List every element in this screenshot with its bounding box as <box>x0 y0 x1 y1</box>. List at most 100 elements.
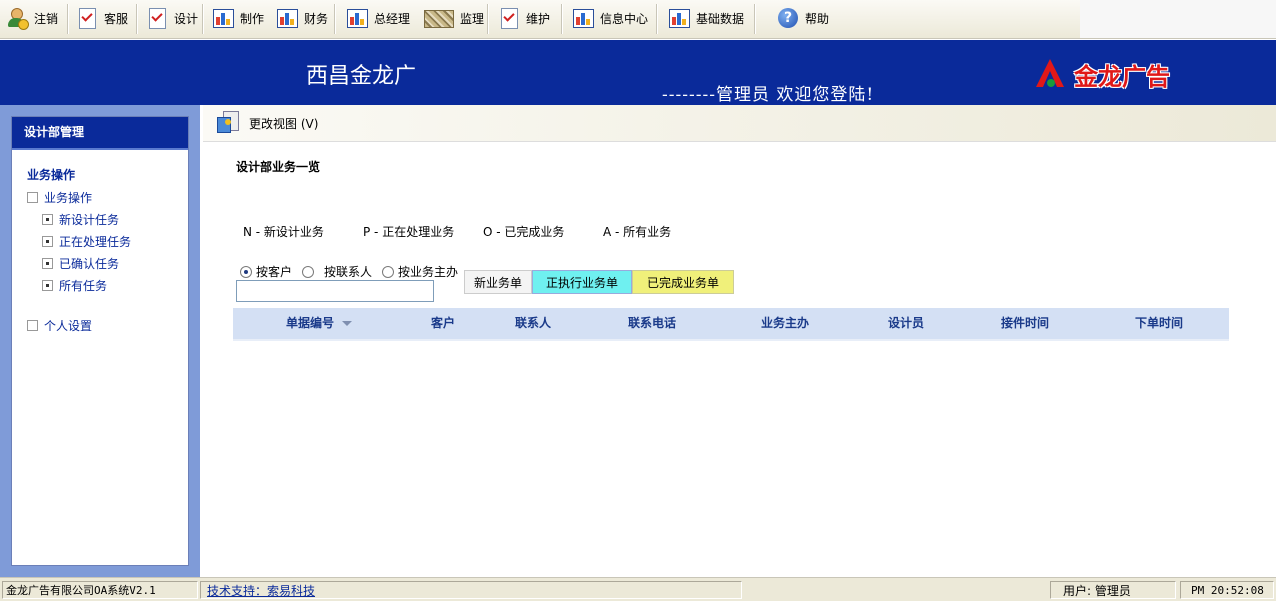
toolbar-separator <box>334 4 336 34</box>
toolbar-item-label: 信息中心 <box>600 11 649 26</box>
radio-checked-icon <box>240 265 252 278</box>
toolbar-item-label: 注销 <box>34 11 59 26</box>
toolbar-separator <box>487 4 489 34</box>
table-header: 单据编号 客户 联系人 联系电话 业务主办 设计员 接件时间 下单时间 <box>233 308 1229 341</box>
bar-chart-icon <box>346 7 368 29</box>
filter-label: 按客户 <box>256 265 293 279</box>
toolbar-item-label: 设计 <box>174 11 199 26</box>
toolbar-item-label: 财务 <box>304 11 329 26</box>
toolbar-customer-service-button[interactable]: 客服 <box>76 5 128 31</box>
sidebar-panel-title: 设计部管理 <box>12 117 188 150</box>
tech-support-link[interactable]: 技术支持：索易科技 <box>207 584 315 598</box>
toolbar-maintenance-button[interactable]: 维护 <box>498 5 550 31</box>
doc-check-icon <box>76 7 98 29</box>
filter-by-customer-radio[interactable]: 按客户 <box>240 263 292 280</box>
toolbar-logout-button[interactable]: 注销 <box>6 5 58 31</box>
column-header-phone[interactable]: 联系电话 <box>628 308 676 339</box>
sidebar-group-label: 业务操作 <box>44 191 93 205</box>
toolbar-basic-data-button[interactable]: 基础数据 <box>668 5 744 31</box>
column-header-contact[interactable]: 联系人 <box>515 308 551 339</box>
logout-user-icon <box>6 7 29 30</box>
status-company: 金龙广告有限公司OA系统V2.1 <box>2 581 198 599</box>
toolbar-finance-button[interactable]: 财务 <box>276 5 328 31</box>
tree-leaf-icon <box>42 236 53 247</box>
main-content: 更改视图 (V) 设计部业务一览 N - 新设计业务 P - 正在处理业务 O … <box>200 105 1276 577</box>
toolbar-help-button[interactable]: ? 帮助 <box>777 5 829 31</box>
toolbar-info-center-button[interactable]: 信息中心 <box>572 5 648 31</box>
sidebar-item-processing-task[interactable]: 正在处理任务 <box>42 233 131 250</box>
view-menu-bar: 更改视图 (V) <box>203 105 1276 142</box>
sidebar-item-confirmed-task[interactable]: 已确认任务 <box>42 255 119 272</box>
tab-new-orders[interactable]: 新业务单 <box>464 270 532 294</box>
sidebar-item-label: 所有任务 <box>59 279 108 293</box>
bar-chart-icon <box>668 7 690 29</box>
toolbar-empty-area <box>1080 0 1276 38</box>
filter-label: 按联系人 <box>324 265 373 279</box>
toolbar-design-button[interactable]: 设计 <box>146 5 198 31</box>
column-header-order-time[interactable]: 下单时间 <box>1135 308 1183 339</box>
legend-new: N - 新设计业务 <box>243 225 324 239</box>
sidebar-item-all-tasks[interactable]: 所有任务 <box>42 277 107 294</box>
toolbar-item-label: 监理 <box>460 11 485 26</box>
change-view-icon <box>217 111 239 133</box>
help-icon: ? <box>777 7 799 29</box>
toolbar-separator <box>202 4 204 34</box>
site-header: 西昌金龙广 --------管理员 欢迎您登陆! 金龙广告 <box>0 40 1276 105</box>
toolbar-general-manager-button[interactable]: 总经理 <box>346 5 410 31</box>
sidebar-group-label: 个人设置 <box>44 319 93 333</box>
legend-processing: P - 正在处理业务 <box>363 225 455 239</box>
sidebar-group-personal-settings[interactable]: 个人设置 <box>27 317 92 334</box>
bar-chart-icon <box>572 7 594 29</box>
column-header-designer[interactable]: 设计员 <box>888 308 924 339</box>
bar-chart-icon <box>276 7 298 29</box>
sidebar-group-business-ops[interactable]: 业务操作 <box>27 189 92 206</box>
toolbar-separator <box>136 4 138 34</box>
sidebar-item-label: 新设计任务 <box>59 213 120 227</box>
sidebar-section-label: 业务操作 <box>27 168 76 182</box>
sidebar-item-label: 正在处理任务 <box>59 235 132 249</box>
sidebar-item-label: 已确认任务 <box>59 257 120 271</box>
toolbar-item-label: 帮助 <box>805 11 830 26</box>
filter-label: 按业务主办 <box>398 265 459 279</box>
toolbar-supervision-button[interactable]: 监理 <box>424 5 484 31</box>
toolbar-item-label: 基础数据 <box>696 11 745 26</box>
tree-leaf-icon <box>42 258 53 269</box>
change-view-menu[interactable]: 更改视图 (V) <box>249 115 318 132</box>
search-input[interactable] <box>236 280 434 302</box>
toolbar-item-label: 客服 <box>104 11 129 26</box>
radio-unchecked-icon <box>382 265 394 278</box>
top-toolbar: 注销 客服 设计 制作 财务 总经理 监理 维护 信息中心 基础数据 ? 帮助 <box>0 0 1276 39</box>
column-header-customer[interactable]: 客户 <box>431 308 455 339</box>
toolbar-separator <box>67 4 69 34</box>
filter-by-contact-radio[interactable]: 按联系人 <box>302 263 372 280</box>
column-header-received-time[interactable]: 接件时间 <box>1001 308 1049 339</box>
radio-unchecked-icon <box>302 265 314 278</box>
toolbar-separator <box>561 4 563 34</box>
tab-completed-orders[interactable]: 已完成业务单 <box>632 270 734 294</box>
tree-expander-icon <box>27 320 38 331</box>
page-title: 设计部业务一览 <box>236 160 321 174</box>
column-header-manager[interactable]: 业务主办 <box>761 308 809 339</box>
company-logo: 金龙广告 <box>1030 54 1200 94</box>
column-header-label: 单据编号 <box>286 316 335 330</box>
welcome-message: --------管理员 欢迎您登陆! <box>662 85 875 105</box>
toolbar-separator <box>754 4 756 34</box>
tab-executing-orders[interactable]: 正执行业务单 <box>532 270 632 294</box>
status-bar: 金龙广告有限公司OA系统V2.1 技术支持：索易科技 用户: 管理员 PM 20… <box>0 577 1276 601</box>
legend-completed: O - 已完成业务 <box>483 225 565 239</box>
status-clock: PM 20:52:08 <box>1180 581 1274 599</box>
logo-mark-icon <box>1030 57 1074 91</box>
column-header-order-no[interactable]: 单据编号 <box>286 308 353 339</box>
site-title: 西昌金龙广 <box>306 64 417 89</box>
toolbar-production-button[interactable]: 制作 <box>212 5 264 31</box>
toolbar-item-label: 维护 <box>526 11 551 26</box>
status-user: 用户: 管理员 <box>1050 581 1176 599</box>
sort-desc-icon <box>342 321 353 326</box>
doc-check-icon <box>498 7 520 29</box>
monitor-pattern-icon <box>424 7 454 29</box>
filter-by-manager-radio[interactable]: 按业务主办 <box>382 263 458 280</box>
toolbar-item-label: 制作 <box>240 11 265 26</box>
tree-leaf-icon <box>42 214 53 225</box>
sidebar-item-new-design-task[interactable]: 新设计任务 <box>42 211 119 228</box>
tree-leaf-icon <box>42 280 53 291</box>
